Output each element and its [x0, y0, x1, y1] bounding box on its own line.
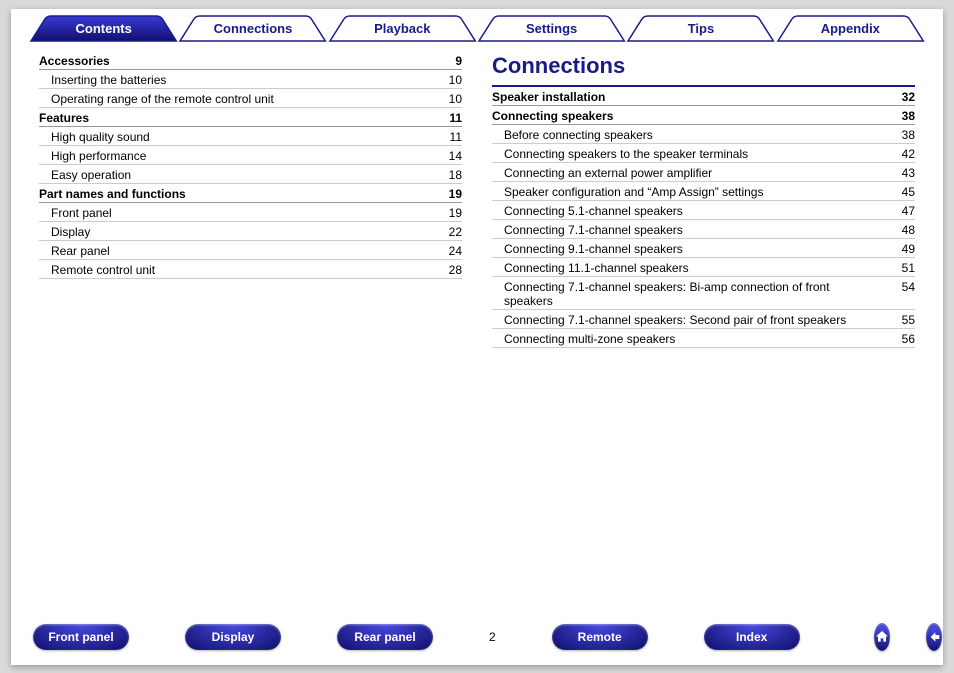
tab-connections[interactable]: Connections: [178, 15, 327, 43]
toc-label: Features: [39, 111, 89, 125]
toc-page: 19: [438, 206, 462, 220]
toc-label: High quality sound: [51, 130, 438, 144]
rear-panel-button[interactable]: Rear panel: [337, 624, 433, 650]
toc-label: Connecting 5.1-channel speakers: [504, 204, 891, 218]
toc-heading[interactable]: Part names and functions 19: [39, 184, 462, 203]
toc-left-column: Accessories9Inserting the batteries10Ope…: [39, 51, 462, 665]
toc-label: Part names and functions: [39, 187, 186, 201]
toc-page: 11: [438, 130, 462, 144]
toc-heading[interactable]: Accessories 9: [39, 51, 462, 70]
toc-label: Front panel: [51, 206, 438, 220]
toc-page: 51: [891, 261, 915, 275]
toc-entry[interactable]: Before connecting speakers38: [492, 125, 915, 144]
toc-label: Connecting speakers: [492, 109, 613, 123]
content-area: Accessories9Inserting the batteries10Ope…: [11, 43, 943, 665]
toc-page: 38: [891, 128, 915, 142]
toc-page: 42: [891, 147, 915, 161]
prev-page-icon[interactable]: [926, 623, 942, 651]
toc-entry[interactable]: Remote control unit28: [39, 260, 462, 279]
toc-page: 19: [438, 187, 462, 201]
toc-entry[interactable]: Display22: [39, 222, 462, 241]
toc-page: 10: [438, 73, 462, 87]
toc-label: Connecting 9.1-channel speakers: [504, 242, 891, 256]
toc-label: Easy operation: [51, 168, 438, 182]
toc-page: 14: [438, 149, 462, 163]
toc-page: 56: [891, 332, 915, 346]
toc-label: Inserting the batteries: [51, 73, 438, 87]
toc-entry[interactable]: Connecting 7.1-channel speakers: Bi-amp …: [492, 277, 915, 310]
toc-label: High performance: [51, 149, 438, 163]
toc-label: Speaker installation: [492, 90, 605, 104]
front-panel-button[interactable]: Front panel: [33, 624, 129, 650]
toc-entry[interactable]: Connecting 5.1-channel speakers47: [492, 201, 915, 220]
toc-label: Connecting speakers to the speaker termi…: [504, 147, 891, 161]
home-icon[interactable]: [874, 623, 890, 651]
toc-page: 49: [891, 242, 915, 256]
toc-entry[interactable]: Operating range of the remote control un…: [39, 89, 462, 108]
toc-heading[interactable]: Connecting speakers 38: [492, 106, 915, 125]
top-tabs: Contents Connections Playback Settings T…: [11, 9, 943, 43]
toc-entry[interactable]: High performance14: [39, 146, 462, 165]
tab-playback[interactable]: Playback: [328, 15, 477, 43]
remote-button[interactable]: Remote: [552, 624, 648, 650]
toc-page: 43: [891, 166, 915, 180]
toc-entry[interactable]: Rear panel24: [39, 241, 462, 260]
toc-entry[interactable]: Connecting multi-zone speakers56: [492, 329, 915, 348]
toc-entry[interactable]: Connecting an external power amplifier43: [492, 163, 915, 182]
toc-page: 24: [438, 244, 462, 258]
toc-label: Rear panel: [51, 244, 438, 258]
toc-entry[interactable]: Easy operation18: [39, 165, 462, 184]
toc-heading[interactable]: Speaker installation 32: [492, 85, 915, 106]
display-button[interactable]: Display: [185, 624, 281, 650]
footer-bar: Front panel Display Rear panel 2 Remote Index: [11, 623, 943, 651]
toc-label: Connecting multi-zone speakers: [504, 332, 891, 346]
toc-label: Connecting 7.1-channel speakers: Bi-amp …: [504, 280, 891, 308]
toc-label: Connecting 7.1-channel speakers: [504, 223, 891, 237]
toc-heading[interactable]: Features 11: [39, 108, 462, 127]
toc-page: 11: [438, 111, 462, 125]
index-button[interactable]: Index: [704, 624, 800, 650]
toc-label: Remote control unit: [51, 263, 438, 277]
toc-page: 38: [891, 109, 915, 123]
toc-label: Display: [51, 225, 438, 239]
toc-page: 48: [891, 223, 915, 237]
toc-label: Connecting 11.1-channel speakers: [504, 261, 891, 275]
toc-page: 10: [438, 92, 462, 106]
tab-tips[interactable]: Tips: [626, 15, 775, 43]
toc-entry[interactable]: Connecting 7.1-channel speakers48: [492, 220, 915, 239]
toc-label: Operating range of the remote control un…: [51, 92, 438, 106]
tab-appendix[interactable]: Appendix: [776, 15, 925, 43]
toc-entry[interactable]: Connecting 9.1-channel speakers49: [492, 239, 915, 258]
section-title: Connections: [492, 53, 915, 79]
toc-page: 47: [891, 204, 915, 218]
toc-entry[interactable]: Inserting the batteries10: [39, 70, 462, 89]
toc-page: 9: [438, 54, 462, 68]
toc-label: Accessories: [39, 54, 110, 68]
toc-page: 18: [438, 168, 462, 182]
toc-page: 55: [891, 313, 915, 327]
tab-contents[interactable]: Contents: [29, 15, 178, 43]
toc-page: 45: [891, 185, 915, 199]
toc-page: 22: [438, 225, 462, 239]
toc-right-column: Connections Speaker installation 32 Connec…: [492, 51, 915, 665]
toc-entry[interactable]: Front panel19: [39, 203, 462, 222]
document-page: Contents Connections Playback Settings T…: [11, 9, 943, 665]
page-number: 2: [489, 630, 496, 644]
toc-entry[interactable]: Speaker configuration and “Amp Assign” s…: [492, 182, 915, 201]
toc-page: 28: [438, 263, 462, 277]
toc-label: Speaker configuration and “Amp Assign” s…: [504, 185, 891, 199]
toc-page: 32: [891, 90, 915, 104]
tab-settings[interactable]: Settings: [477, 15, 626, 43]
toc-entry[interactable]: Connecting speakers to the speaker termi…: [492, 144, 915, 163]
toc-entry[interactable]: Connecting 7.1-channel speakers: Second …: [492, 310, 915, 329]
toc-entry[interactable]: High quality sound11: [39, 127, 462, 146]
toc-label: Connecting 7.1-channel speakers: Second …: [504, 313, 891, 327]
toc-label: Connecting an external power amplifier: [504, 166, 891, 180]
toc-label: Before connecting speakers: [504, 128, 891, 142]
toc-page: 54: [891, 280, 915, 308]
toc-entry[interactable]: Connecting 11.1-channel speakers51: [492, 258, 915, 277]
